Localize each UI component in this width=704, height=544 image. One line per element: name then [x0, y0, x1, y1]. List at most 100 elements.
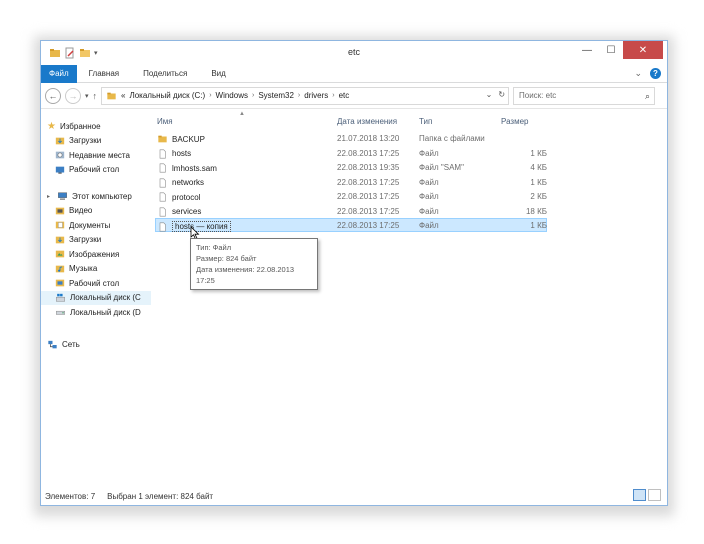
file-icon — [159, 149, 166, 158]
tab-home[interactable]: Главная — [77, 65, 131, 83]
navigation-pane: ★ Избранное Загрузки Недавние места Рабо… — [41, 111, 151, 487]
breadcrumb-separator[interactable]: › — [252, 92, 254, 99]
nav-favorites-downloads[interactable]: Загрузки — [41, 134, 151, 149]
nav-downloads[interactable]: Загрузки — [41, 233, 151, 248]
nav-pictures[interactable]: Изображения — [41, 247, 151, 262]
breadcrumb-windows[interactable]: Windows — [216, 91, 248, 100]
nav-item-label: Музыка — [69, 264, 98, 274]
file-row-hosts-copy[interactable]: hosts — копия 22.08.2013 17:25 Файл 1 КБ — [151, 218, 667, 233]
nav-documents[interactable]: Документы — [41, 218, 151, 233]
breadcrumb-etc[interactable]: etc — [339, 91, 350, 100]
breadcrumb-separator[interactable]: › — [209, 92, 211, 99]
file-row-protocol[interactable]: protocol 22.08.2013 17:25 Файл 2 КБ — [151, 189, 667, 204]
breadcrumb-separator[interactable]: › — [332, 92, 334, 99]
nav-music[interactable]: Музыка — [41, 262, 151, 277]
file-size: 18 КБ — [525, 206, 547, 216]
nav-this-pc-label: Этот компьютер — [72, 191, 132, 201]
breadcrumb-drive[interactable]: Локальный диск (C:) — [129, 91, 205, 100]
file-tooltip: Тип: Файл Размер: 824 байт Дата изменени… — [190, 238, 318, 290]
ribbon-expand-icon[interactable]: ⌄ — [634, 68, 642, 79]
file-icon — [159, 163, 166, 173]
large-icons-view-button[interactable] — [648, 489, 661, 501]
recent-places-icon — [55, 151, 65, 159]
location-folder-icon — [107, 92, 116, 99]
nav-network-label: Сеть — [62, 340, 80, 350]
file-row-networks[interactable]: networks 22.08.2013 17:25 Файл 1 КБ — [151, 175, 667, 190]
nav-desktop[interactable]: Рабочий стол — [41, 276, 151, 291]
selection-info: Выбран 1 элемент: 824 байт — [107, 491, 214, 501]
downloads-icon — [55, 137, 65, 145]
window-title: etc — [347, 47, 360, 57]
minimize-button[interactable]: — — [575, 41, 599, 59]
file-type: Файл — [419, 221, 439, 230]
documents-icon — [55, 221, 65, 229]
back-button[interactable]: ← — [45, 87, 61, 104]
search-icon[interactable]: ⌕ — [645, 91, 650, 102]
nav-videos[interactable]: Видео — [41, 204, 151, 219]
address-tools: ⌄ ↻ — [486, 90, 505, 99]
up-button[interactable]: ↑ — [93, 91, 98, 101]
breadcrumb-overflow[interactable]: « — [121, 91, 125, 100]
file-size: 1 КБ — [530, 148, 547, 158]
file-row-backup[interactable]: BACKUP 21.07.2018 13:20 Папка с файлами — [151, 131, 667, 146]
sort-ascending-icon: ▲ — [239, 111, 245, 117]
expand-chevron-icon[interactable]: ▸ — [47, 193, 53, 200]
tab-file[interactable]: Файл — [41, 64, 77, 83]
file-row-services[interactable]: services 22.08.2013 17:25 Файл 18 КБ — [151, 204, 667, 219]
title-bar: ▾ etc — ☐ ✕ — [41, 41, 667, 65]
windows-drive-icon — [56, 293, 65, 302]
breadcrumb-system32[interactable]: System32 — [258, 91, 294, 100]
column-name[interactable]: Имя — [157, 117, 173, 126]
column-type[interactable]: Тип — [419, 117, 432, 126]
breadcrumb-separator[interactable]: › — [298, 92, 300, 99]
nav-item-label: Загрузки — [69, 235, 102, 245]
file-name: protocol — [172, 192, 201, 202]
refresh-icon[interactable]: ↻ — [498, 90, 505, 99]
file-date: 22.08.2013 19:35 — [337, 163, 400, 172]
network-icon — [48, 340, 57, 349]
address-dropdown-icon[interactable]: ⌄ — [486, 90, 493, 99]
nav-item-label: Документы — [69, 220, 111, 230]
column-size[interactable]: Размер — [501, 117, 529, 126]
view-switcher — [633, 489, 661, 501]
address-bar[interactable]: « Локальный диск (C:) › Windows › System… — [101, 86, 510, 105]
file-size: 1 КБ — [530, 221, 547, 230]
search-input[interactable]: Поиск: etc ⌕ — [513, 86, 656, 105]
star-icon: ★ — [47, 120, 56, 132]
column-date[interactable]: Дата изменения — [337, 117, 397, 126]
nav-item-label: Изображения — [69, 249, 120, 259]
file-date: 22.08.2013 17:25 — [337, 221, 400, 230]
column-headers: ▲ Имя Дата изменения Тип Размер — [151, 111, 667, 131]
explorer-window: ▾ etc — ☐ ✕ Файл Главная Поделиться Вид … — [40, 40, 668, 506]
breadcrumb-drivers[interactable]: drivers — [304, 91, 328, 100]
pictures-icon — [55, 250, 65, 258]
file-row-hosts[interactable]: hosts 22.08.2013 17:25 Файл 1 КБ — [151, 146, 667, 161]
ribbon-right: ⌄ ? — [634, 68, 661, 79]
help-icon[interactable]: ? — [650, 68, 661, 79]
nav-item-label: Рабочий стол — [69, 278, 120, 288]
file-date: 22.08.2013 17:25 — [337, 148, 400, 158]
nav-network[interactable]: Сеть — [41, 338, 151, 353]
tooltip-date: Дата изменения: 22.08.2013 17:25 — [196, 265, 295, 285]
nav-drive-d[interactable]: Локальный диск (D — [41, 305, 151, 320]
file-row-lmhosts[interactable]: lmhosts.sam 22.08.2013 19:35 Файл "SAM" … — [151, 160, 667, 175]
nav-this-pc[interactable]: ▸ Этот компьютер — [41, 189, 151, 204]
recent-locations-icon[interactable]: ▾ — [85, 92, 89, 100]
nav-drive-c[interactable]: Локальный диск (C — [41, 290, 151, 305]
maximize-button[interactable]: ☐ — [599, 41, 623, 59]
nav-favorites-recent[interactable]: Недавние места — [41, 148, 151, 163]
tab-view[interactable]: Вид — [199, 65, 237, 83]
details-view-button[interactable] — [633, 489, 646, 501]
desktop-icon — [55, 166, 65, 174]
tab-share[interactable]: Поделиться — [131, 65, 199, 83]
content-area: ★ Избранное Загрузки Недавние места Рабо… — [41, 111, 667, 487]
nav-favorites[interactable]: ★ Избранное — [41, 119, 151, 134]
file-date: 22.08.2013 17:25 — [337, 177, 400, 187]
file-type: Файл — [419, 206, 439, 216]
forward-button[interactable]: → — [65, 87, 81, 104]
nav-favorites-desktop[interactable]: Рабочий стол — [41, 163, 151, 178]
file-type: Файл "SAM" — [419, 163, 464, 172]
nav-item-label: Локальный диск (D — [70, 307, 141, 317]
file-size: 2 КБ — [530, 192, 547, 201]
close-button[interactable]: ✕ — [623, 41, 663, 59]
